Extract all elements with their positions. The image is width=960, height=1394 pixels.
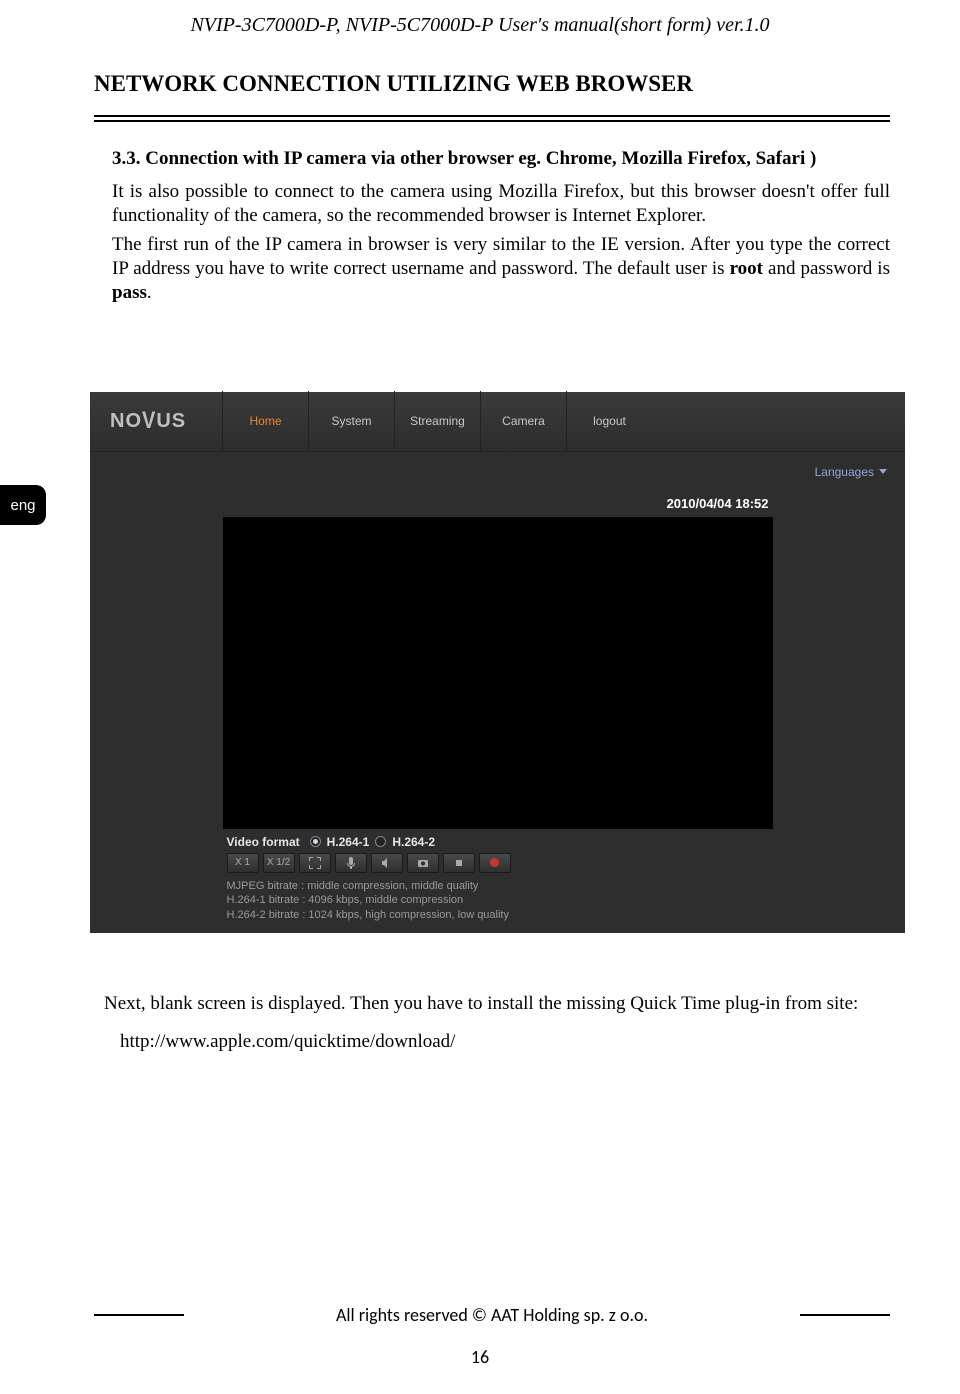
video-format-label: Video format [227,835,300,849]
paragraph-1: It is also possible to connect to the ca… [112,180,890,229]
language-tab: eng [0,485,46,525]
speaker-button[interactable] [371,853,403,873]
languages-dropdown[interactable]: Languages [90,452,905,492]
paragraph-2-b: and password is [763,258,890,279]
timestamp: 2010/04/04 18:52 [223,492,773,517]
radio-h264-1[interactable] [310,836,321,847]
stop-button[interactable] [443,853,475,873]
footer: All rights reserved © AAT Holding sp. z … [94,1304,890,1326]
page-number: 16 [0,1346,960,1368]
section-rule [94,115,890,122]
tab-system[interactable]: System [308,391,394,451]
mic-button[interactable] [335,853,367,873]
page-header: NVIP-3C7000D-P, NVIP-5C7000D-P User's ma… [0,0,960,37]
radio-h264-2-label: H.264-2 [392,835,435,849]
logo: NOVUS [90,410,222,433]
info-line-3: H.264-2 bitrate : 1024 kbps, high compre… [227,908,769,923]
zoom-1x-button[interactable]: X 1 [227,853,259,873]
pass-text: pass [112,282,147,303]
url-paragraph: http://www.apple.com/quicktime/download/ [120,1031,890,1053]
info-line-1: MJPEG bitrate : middle compression, midd… [227,879,769,894]
video-format-row: Video format H.264-1 H.264-2 [223,829,773,851]
camera-icon [417,857,429,869]
video-area [223,517,773,829]
nav: Home System Streaming Camera logout [222,391,652,451]
topbar: NOVUS Home System Streaming Camera logou… [90,392,905,452]
mic-icon [345,857,357,869]
stop-icon [453,857,465,869]
speaker-icon [381,857,393,869]
footer-rule-right [800,1314,890,1316]
zoom-half-button[interactable]: X 1/2 [263,853,295,873]
logo-part-a: NO [110,410,142,432]
fullscreen-button[interactable] [299,853,331,873]
camera-ui-screenshot: NOVUS Home System Streaming Camera logou… [90,392,905,934]
record-icon [490,858,499,867]
tab-streaming[interactable]: Streaming [394,391,480,451]
languages-label: Languages [815,465,874,479]
toolbar: X 1 X 1/2 [223,851,773,877]
footer-rule-left [94,1314,184,1316]
bitrate-info: MJPEG bitrate : middle compression, midd… [223,877,773,934]
record-button[interactable] [479,853,511,873]
footer-text: All rights reserved © AAT Holding sp. z … [196,1304,788,1326]
tab-home[interactable]: Home [222,391,308,451]
radio-h264-2[interactable] [375,836,386,847]
chevron-down-icon [879,469,887,474]
paragraph-2: The first run of the IP camera in browse… [112,233,890,306]
sub-heading: 3.3. Connection with IP camera via other… [112,148,890,170]
tab-logout[interactable]: logout [566,391,652,451]
tab-camera[interactable]: Camera [480,391,566,451]
fullscreen-icon [309,857,321,869]
radio-h264-1-label: H.264-1 [327,835,370,849]
root-text: root [730,258,763,279]
next-paragraph: Next, blank screen is displayed. Then yo… [104,993,890,1015]
section-title: NETWORK CONNECTION UTILIZING WEB BROWSER [94,71,890,97]
snapshot-button[interactable] [407,853,439,873]
logo-v-icon: V [142,407,156,435]
paragraph-2-c: . [147,282,152,303]
logo-part-b: US [156,410,186,432]
info-line-2: H.264-1 bitrate : 4096 kbps, middle comp… [227,893,769,908]
